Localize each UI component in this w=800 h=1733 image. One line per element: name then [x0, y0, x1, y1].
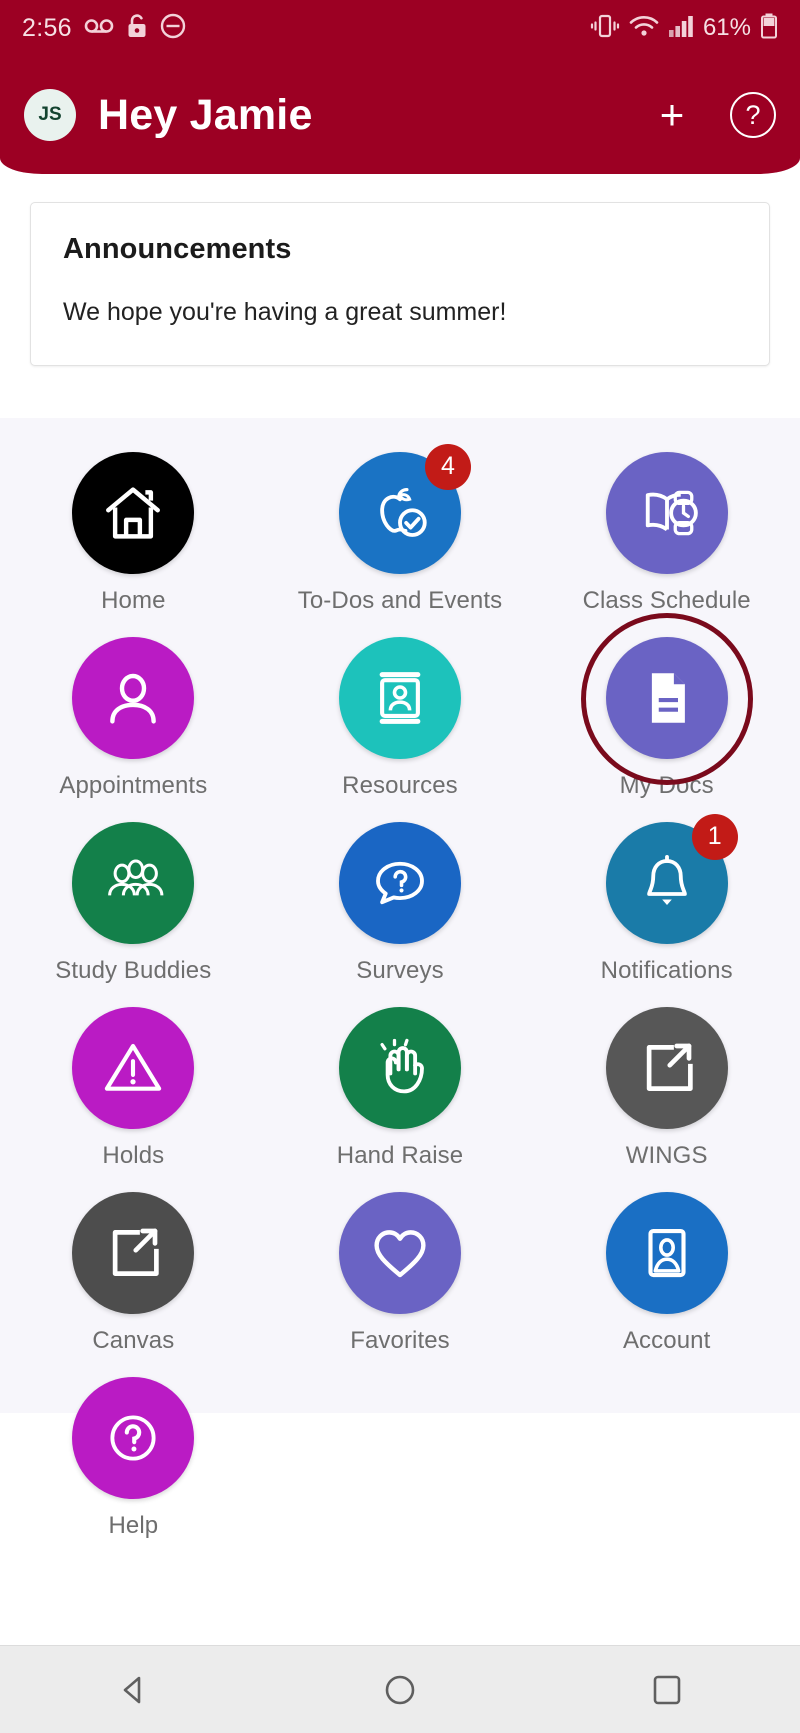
question-circle-icon[interactable] [72, 1376, 195, 1499]
app-tile-label: Study Buddies [55, 956, 212, 984]
home-circle-icon[interactable] [340, 1671, 460, 1709]
app-bar: JS Hey Jamie + ? [0, 56, 800, 174]
app-tile-label: Class Schedule [582, 586, 751, 614]
do-not-disturb-icon [160, 13, 186, 44]
app-tile-label: Help [108, 1511, 159, 1539]
people-group-icon[interactable] [72, 821, 195, 944]
app-tile-label: Appointments [59, 771, 208, 799]
app-tile-help[interactable]: Help [0, 1369, 267, 1540]
id-card-icon[interactable] [338, 636, 461, 759]
home-icon[interactable] [72, 451, 195, 574]
document-icon[interactable] [605, 636, 728, 759]
app-tile-wings[interactable]: WINGS [533, 999, 800, 1170]
app-tile-label: Favorites [350, 1326, 450, 1354]
external-link-icon[interactable] [72, 1191, 195, 1314]
app-tile-hand-raise[interactable]: Hand Raise [267, 999, 534, 1170]
app-grid: Home 4 To-Dos and Events Class Schedule Appo… [0, 443, 800, 1540]
app-tile-study-buddies[interactable]: Study Buddies [0, 814, 267, 985]
app-tile-to-dos-and-events[interactable]: 4 To-Dos and Events [267, 443, 534, 615]
app-tile-label: Surveys [356, 956, 444, 984]
bell-icon[interactable]: 1 [605, 813, 738, 944]
vibrate-icon [590, 13, 620, 44]
app-tile-label: Account [622, 1326, 711, 1354]
portrait-card-icon[interactable] [605, 1191, 728, 1314]
avatar[interactable]: JS [24, 89, 76, 141]
app-tile-surveys[interactable]: Surveys [267, 814, 534, 985]
apple-check-icon[interactable]: 4 [338, 443, 471, 574]
back-icon[interactable] [73, 1671, 193, 1709]
speech-question-icon[interactable] [338, 821, 461, 944]
wifi-icon [629, 14, 659, 43]
app-tile-label: Canvas [92, 1326, 175, 1354]
app-tile-label: Holds [102, 1141, 165, 1169]
battery-percent-label: 61% [702, 14, 751, 41]
notification-badge: 1 [691, 813, 738, 860]
announcements-title: Announcements [63, 233, 292, 265]
app-tile-appointments[interactable]: Appointments [0, 629, 267, 800]
voicemail-icon [84, 17, 114, 40]
app-tile-canvas[interactable]: Canvas [0, 1184, 267, 1355]
app-tile-label: Hand Raise [336, 1141, 464, 1169]
status-bar-clock: 2:56 [22, 13, 72, 42]
announcements-message: We hope you're having a great summer! [63, 298, 507, 326]
app-tile-home[interactable]: Home [0, 444, 267, 615]
app-tile-label: Resources [342, 771, 458, 799]
android-nav-bar [0, 1645, 800, 1733]
recents-square-icon[interactable] [607, 1671, 727, 1709]
app-tile-resources[interactable]: Resources [267, 629, 534, 800]
app-tile-label: To-Dos and Events [297, 586, 503, 614]
app-tile-my-docs[interactable]: My Docs [533, 612, 800, 800]
app-tile-account[interactable]: Account [533, 1184, 800, 1355]
app-tile-favorites[interactable]: Favorites [267, 1184, 534, 1355]
notification-badge: 4 [424, 443, 471, 490]
app-tile-class-schedule[interactable]: Class Schedule [533, 444, 800, 615]
announcements-section: Announcements We hope you're having a gr… [0, 174, 800, 418]
battery-icon [760, 13, 778, 44]
app-tile-label: Notifications [600, 956, 733, 984]
cellular-signal-icon [668, 14, 694, 43]
app-tile-notifications[interactable]: 1 Notifications [533, 813, 800, 985]
help-icon[interactable]: ? [730, 92, 776, 138]
warning-triangle-icon[interactable] [72, 1006, 195, 1129]
person-icon[interactable] [72, 636, 195, 759]
book-clock-icon[interactable] [605, 451, 728, 574]
add-button[interactable]: + [652, 94, 692, 136]
app-grid-section: Home 4 To-Dos and Events Class Schedule Appo… [0, 417, 800, 1539]
external-link-icon[interactable] [605, 1006, 728, 1129]
lock-icon [126, 13, 148, 44]
heart-icon[interactable] [338, 1191, 461, 1314]
avatar-initials: JS [38, 104, 62, 125]
page-title: Hey Jamie [98, 90, 313, 139]
app-tile-label: WINGS [625, 1141, 708, 1169]
status-bar: 2:56 61% [0, 0, 800, 56]
waving-hand-icon[interactable] [338, 1006, 461, 1129]
status-bar-left: 2:56 [22, 13, 186, 44]
app-tile-label: My Docs [619, 771, 714, 799]
announcements-card: Announcements We hope you're having a gr… [30, 202, 770, 366]
status-bar-right: 61% [590, 13, 778, 44]
app-tile-label: Home [101, 586, 166, 614]
app-tile-holds[interactable]: Holds [0, 999, 267, 1170]
app-bar-actions: + ? [652, 92, 776, 138]
